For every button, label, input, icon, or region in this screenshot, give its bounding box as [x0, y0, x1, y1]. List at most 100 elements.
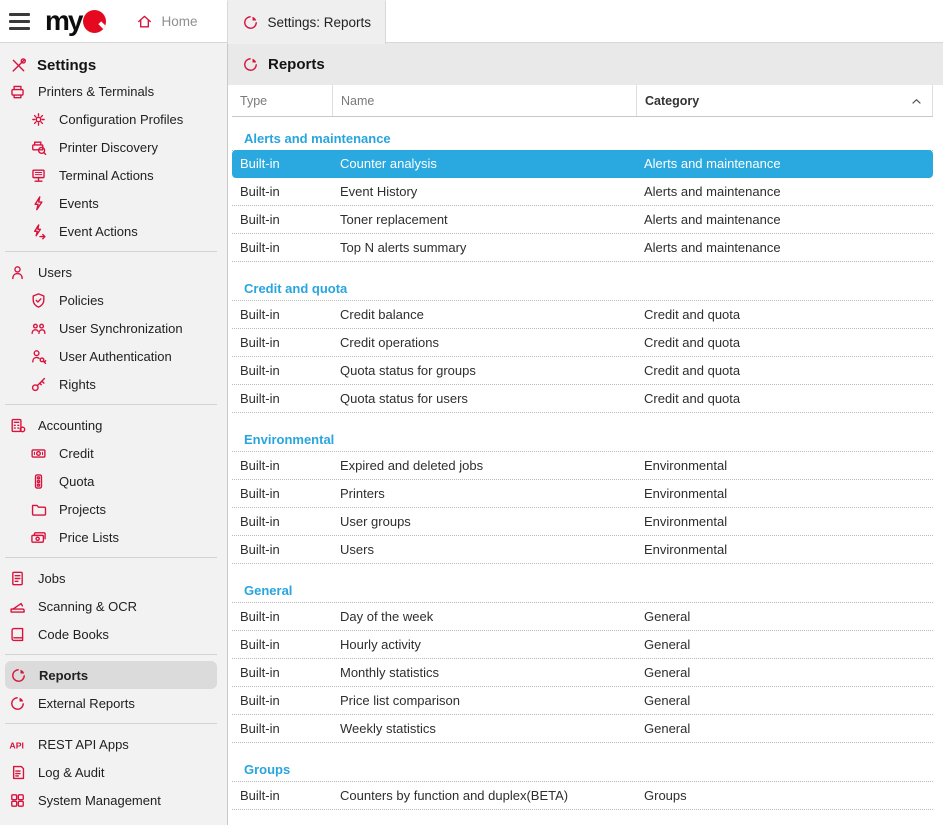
user-icon — [8, 263, 26, 281]
report-row-user-groups[interactable]: Built-inUser groupsEnvironmental — [232, 508, 933, 536]
cell-type: Built-in — [232, 212, 332, 227]
report-row-credit-operations[interactable]: Built-inCredit operationsCredit and quot… — [232, 329, 933, 357]
sidebar-item-code-books[interactable]: Code Books — [0, 620, 227, 648]
sidebar-item-terminal-actions[interactable]: Terminal Actions — [0, 161, 227, 189]
home-icon — [136, 13, 153, 30]
sidebar-item-label: Accounting — [38, 418, 102, 433]
sidebar-item-credit[interactable]: Credit — [0, 439, 227, 467]
hamburger-menu-button[interactable] — [0, 0, 38, 42]
tab-home[interactable]: Home — [122, 0, 211, 42]
cell-type: Built-in — [232, 363, 332, 378]
sidebar-item-configuration-profiles[interactable]: Configuration Profiles — [0, 105, 227, 133]
calculator-icon — [8, 416, 26, 434]
report-row-printers[interactable]: Built-inPrintersEnvironmental — [232, 480, 933, 508]
report-row-quota-status-for-groups[interactable]: Built-inQuota status for groupsCredit an… — [232, 357, 933, 385]
sidebar-item-policies[interactable]: Policies — [0, 286, 227, 314]
sidebar-item-label: Event Actions — [59, 224, 138, 239]
report-row-credit-balance[interactable]: Built-inCredit balanceCredit and quota — [232, 301, 933, 329]
sidebar-divider — [5, 404, 217, 405]
cell-cat: Environmental — [636, 514, 933, 529]
key-icon — [29, 375, 47, 393]
sidebar-item-label: Price Lists — [59, 530, 119, 545]
sidebar-item-external-reports[interactable]: External Reports — [0, 689, 227, 717]
cell-cat: Environmental — [636, 458, 933, 473]
lightning-icon — [29, 194, 47, 212]
report-row-counters-by-function-and-duplex-beta[interactable]: Built-inCounters by function and duplex(… — [232, 782, 933, 810]
tab-settings-reports[interactable]: Settings: Reports — [227, 0, 386, 44]
sidebar-item-label: Users — [38, 265, 72, 280]
group-header-label: Credit and quota — [244, 281, 347, 296]
sidebar-title-label: Settings — [37, 57, 96, 74]
book-icon — [8, 625, 26, 643]
sidebar-item-accounting[interactable]: Accounting — [0, 411, 227, 439]
cell-cat: Alerts and maintenance — [636, 156, 933, 171]
cell-type: Built-in — [232, 391, 332, 406]
sidebar-item-quota[interactable]: Quota — [0, 467, 227, 495]
cell-cat: General — [636, 609, 933, 624]
column-header-category[interactable]: Category — [636, 85, 933, 116]
report-row-day-of-the-week[interactable]: Built-inDay of the weekGeneral — [232, 603, 933, 631]
report-row-event-history[interactable]: Built-inEvent HistoryAlerts and maintena… — [232, 178, 933, 206]
sidebar-item-reports[interactable]: Reports — [5, 661, 217, 689]
hamburger-bar — [9, 20, 30, 23]
sidebar-item-jobs[interactable]: Jobs — [0, 564, 227, 592]
cell-name: Hourly activity — [332, 637, 636, 652]
group-header-label: Alerts and maintenance — [244, 131, 391, 146]
cell-name: Price list comparison — [332, 693, 636, 708]
sidebar-item-label: Quota — [59, 474, 94, 489]
cell-type: Built-in — [232, 788, 332, 803]
sidebar-item-event-actions[interactable]: Event Actions — [0, 217, 227, 245]
group-header-groups: Groups — [232, 758, 933, 782]
sidebar-item-log-audit[interactable]: Log & Audit — [0, 758, 227, 786]
sidebar-item-label: Terminal Actions — [59, 168, 154, 183]
report-row-counter-analysis[interactable]: Built-inCounter analysisAlerts and maint… — [232, 150, 933, 178]
pie-chart-icon — [8, 694, 26, 712]
cell-type: Built-in — [232, 156, 332, 171]
cell-cat: Alerts and maintenance — [636, 240, 933, 255]
report-row-top-n-alerts-summary[interactable]: Built-inTop N alerts summaryAlerts and m… — [232, 234, 933, 262]
sidebar-item-label: User Synchronization — [59, 321, 183, 336]
sidebar-item-events[interactable]: Events — [0, 189, 227, 217]
traffic-light-icon — [29, 472, 47, 490]
report-row-expired-and-deleted-jobs[interactable]: Built-inExpired and deleted jobsEnvironm… — [232, 452, 933, 480]
report-row-price-list-comparison[interactable]: Built-inPrice list comparisonGeneral — [232, 687, 933, 715]
group-header-alerts-and-maintenance: Alerts and maintenance — [232, 127, 933, 151]
cell-name: Top N alerts summary — [332, 240, 636, 255]
cell-type: Built-in — [232, 240, 332, 255]
sidebar-item-system-management[interactable]: System Management — [0, 786, 227, 814]
report-row-hourly-activity[interactable]: Built-inHourly activityGeneral — [232, 631, 933, 659]
report-row-weekly-statistics[interactable]: Built-inWeekly statisticsGeneral — [232, 715, 933, 743]
folder-icon — [29, 500, 47, 518]
pie-chart-icon — [242, 14, 259, 31]
scanner-icon — [8, 597, 26, 615]
report-row-users[interactable]: Built-inUsersEnvironmental — [232, 536, 933, 564]
column-header-category-label: Category — [645, 94, 699, 108]
report-row-toner-replacement[interactable]: Built-inToner replacementAlerts and main… — [232, 206, 933, 234]
lightning-arrow-icon — [29, 222, 47, 240]
sidebar-item-printer-discovery[interactable]: Printer Discovery — [0, 133, 227, 161]
sidebar-item-printers-terminals[interactable]: Printers & Terminals — [0, 77, 227, 105]
sidebar-item-user-authentication[interactable]: User Authentication — [0, 342, 227, 370]
sidebar-item-users[interactable]: Users — [0, 258, 227, 286]
sidebar-item-price-lists[interactable]: Price Lists — [0, 523, 227, 551]
tab-home-label: Home — [161, 14, 197, 29]
sidebar-item-projects[interactable]: Projects — [0, 495, 227, 523]
scroll-icon — [8, 763, 26, 781]
price-list-icon — [29, 528, 47, 546]
report-row-monthly-statistics[interactable]: Built-inMonthly statisticsGeneral — [232, 659, 933, 687]
report-row-quota-status-for-users[interactable]: Built-inQuota status for usersCredit and… — [232, 385, 933, 413]
hamburger-bar — [9, 13, 30, 16]
sidebar-item-rights[interactable]: Rights — [0, 370, 227, 398]
logo-text: my — [45, 7, 81, 35]
sidebar-item-user-synchronization[interactable]: User Synchronization — [0, 314, 227, 342]
column-header-type[interactable]: Type — [232, 85, 332, 116]
myq-logo[interactable]: my — [45, 0, 106, 42]
column-header-name[interactable]: Name — [332, 85, 636, 116]
sidebar-item-scanning-ocr[interactable]: Scanning & OCR — [0, 592, 227, 620]
sidebar-item-label: Printer Discovery — [59, 140, 158, 155]
printer-icon — [8, 82, 26, 100]
cell-name: Weekly statistics — [332, 721, 636, 736]
sidebar-item-rest-api-apps[interactable]: APIREST API Apps — [0, 730, 227, 758]
cell-cat: Credit and quota — [636, 391, 933, 406]
pie-chart-icon — [9, 666, 27, 684]
